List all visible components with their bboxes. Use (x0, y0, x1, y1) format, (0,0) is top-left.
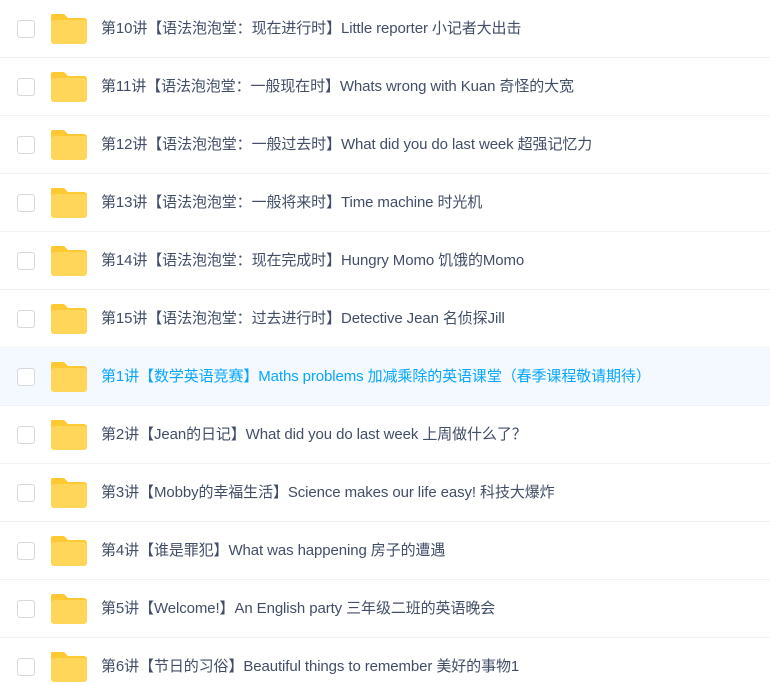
list-item[interactable]: 第11讲【语法泡泡堂：一般现在时】Whats wrong with Kuan 奇… (0, 58, 770, 116)
file-rows: 第10讲【语法泡泡堂：现在进行时】Little reporter 小记者大出击 … (0, 0, 770, 685)
list-item[interactable]: 第15讲【语法泡泡堂：过去进行时】Detective Jean 名侦探Jill (0, 290, 770, 348)
row-checkbox[interactable] (17, 426, 35, 444)
folder-icon (50, 303, 88, 335)
row-checkbox[interactable] (17, 368, 35, 386)
folder-icon (50, 245, 88, 277)
row-checkbox[interactable] (17, 20, 35, 38)
folder-icon (50, 419, 88, 451)
item-name[interactable]: 第2讲【Jean的日记】What did you do last week 上周… (101, 406, 527, 464)
folder-icon (50, 71, 88, 103)
row-checkbox[interactable] (17, 136, 35, 154)
item-name[interactable]: 第14讲【语法泡泡堂：现在完成时】Hungry Momo 饥饿的Momo (101, 232, 524, 290)
list-item[interactable]: 第13讲【语法泡泡堂：一般将来时】Time machine 时光机 (0, 174, 770, 232)
item-name[interactable]: 第4讲【谁是罪犯】What was happening 房子的遭遇 (101, 522, 445, 580)
row-checkbox[interactable] (17, 310, 35, 328)
list-item-hovered[interactable]: 第1讲【数学英语竞赛】Maths problems 加减乘除的英语课堂（春季课程… (0, 348, 770, 406)
item-name[interactable]: 第10讲【语法泡泡堂：现在进行时】Little reporter 小记者大出击 (101, 0, 521, 58)
list-item[interactable]: 第6讲【节日的习俗】Beautiful things to remember 美… (0, 638, 770, 685)
list-item[interactable]: 第2讲【Jean的日记】What did you do last week 上周… (0, 406, 770, 464)
list-item[interactable]: 第10讲【语法泡泡堂：现在进行时】Little reporter 小记者大出击 (0, 0, 770, 58)
list-item[interactable]: 第12讲【语法泡泡堂：一般过去时】What did you do last we… (0, 116, 770, 174)
list-item[interactable]: 第5讲【Welcome!】An English party 三年级二班的英语晚会 (0, 580, 770, 638)
item-name[interactable]: 第1讲【数学英语竞赛】Maths problems 加减乘除的英语课堂（春季课程… (101, 348, 651, 406)
row-checkbox[interactable] (17, 78, 35, 96)
folder-icon (50, 13, 88, 45)
folder-icon (50, 651, 88, 683)
list-item[interactable]: 第14讲【语法泡泡堂：现在完成时】Hungry Momo 饥饿的Momo (0, 232, 770, 290)
row-checkbox[interactable] (17, 194, 35, 212)
row-checkbox[interactable] (17, 600, 35, 618)
item-name[interactable]: 第13讲【语法泡泡堂：一般将来时】Time machine 时光机 (101, 174, 482, 232)
folder-icon (50, 477, 88, 509)
item-name[interactable]: 第12讲【语法泡泡堂：一般过去时】What did you do last we… (101, 116, 592, 174)
item-name[interactable]: 第5讲【Welcome!】An English party 三年级二班的英语晚会 (101, 580, 495, 638)
folder-icon (50, 361, 88, 393)
item-name[interactable]: 第3讲【Mobby的幸福生活】Science makes our life ea… (101, 464, 555, 522)
list-item[interactable]: 第3讲【Mobby的幸福生活】Science makes our life ea… (0, 464, 770, 522)
row-checkbox[interactable] (17, 658, 35, 676)
list-item[interactable]: 第4讲【谁是罪犯】What was happening 房子的遭遇 (0, 522, 770, 580)
file-list: 第10讲【语法泡泡堂：现在进行时】Little reporter 小记者大出击 … (0, 0, 770, 685)
item-name[interactable]: 第11讲【语法泡泡堂：一般现在时】Whats wrong with Kuan 奇… (101, 58, 574, 116)
folder-icon (50, 593, 88, 625)
folder-icon (50, 129, 88, 161)
row-checkbox[interactable] (17, 252, 35, 270)
row-checkbox[interactable] (17, 484, 35, 502)
item-name[interactable]: 第6讲【节日的习俗】Beautiful things to remember 美… (101, 638, 519, 685)
folder-icon (50, 187, 88, 219)
item-name[interactable]: 第15讲【语法泡泡堂：过去进行时】Detective Jean 名侦探Jill (101, 290, 505, 348)
row-checkbox[interactable] (17, 542, 35, 560)
folder-icon (50, 535, 88, 567)
